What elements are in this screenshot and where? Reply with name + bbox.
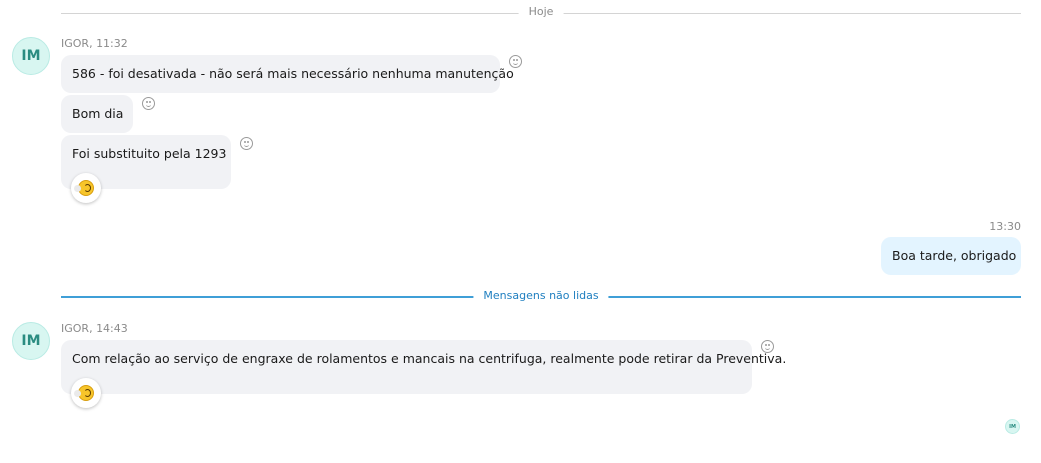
smiley-icon[interactable]: [240, 137, 253, 150]
message-text: Bom dia: [72, 106, 124, 121]
unread-divider: Mensagens não lidas: [61, 289, 1021, 303]
sender-timestamp: IGOR, 11:32: [61, 37, 128, 50]
read-receipt-avatar: IM: [1005, 419, 1020, 434]
message-text: 586 - foi desativada - não será mais nec…: [72, 66, 514, 81]
message-bubble[interactable]: Com relação ao serviço de engraxe de rol…: [61, 340, 786, 394]
message-bubble[interactable]: 586 - foi desativada - não será mais nec…: [61, 55, 514, 93]
sender-timestamp: IGOR, 14:43: [61, 322, 128, 335]
message-text: Com relação ao serviço de engraxe de rol…: [72, 351, 787, 366]
date-divider-label: Hoje: [518, 5, 564, 18]
message-bubble[interactable]: Bom dia: [61, 95, 133, 133]
smiley-icon[interactable]: [761, 340, 774, 353]
message-timestamp: 13:30: [989, 220, 1021, 233]
avatar[interactable]: IM: [12, 37, 50, 75]
unread-divider-label: Mensagens não lidas: [473, 289, 609, 302]
smiley-icon[interactable]: [509, 55, 522, 68]
laughing-emoji-icon[interactable]: [71, 378, 101, 408]
outgoing-message-bubble[interactable]: Boa tarde, obrigado: [881, 237, 1021, 275]
laughing-emoji-icon[interactable]: [71, 173, 101, 203]
avatar[interactable]: IM: [12, 322, 50, 360]
message-text: Foi substituito pela 1293: [72, 146, 227, 161]
date-divider: Hoje: [61, 5, 1021, 19]
message-text: Boa tarde, obrigado: [892, 248, 1017, 263]
smiley-icon[interactable]: [142, 97, 155, 110]
